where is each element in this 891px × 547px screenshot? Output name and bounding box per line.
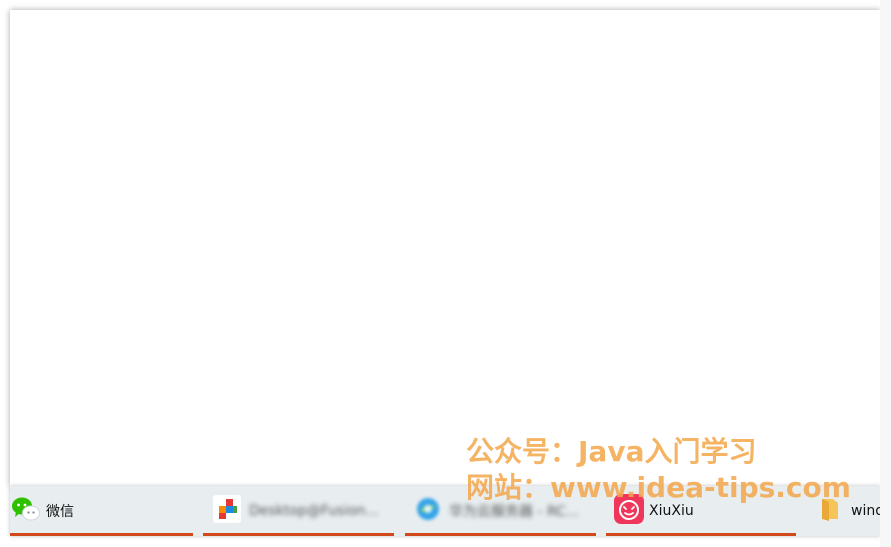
screen-edge xyxy=(880,0,891,547)
active-indicator xyxy=(203,533,394,536)
active-indicator xyxy=(405,533,596,536)
browser-icon xyxy=(415,496,441,526)
taskbar-item-label: 微信 xyxy=(46,504,74,520)
taskbar: 微信 Desktop@Fusion... 华为云服务器 - RC... XiuX… xyxy=(10,486,880,536)
taskbar-item-xiuxiu[interactable]: XiuXiu xyxy=(606,486,796,536)
taskbar-item-folder[interactable]: wind xyxy=(807,486,880,536)
wechat-icon xyxy=(12,496,40,526)
taskbar-item-label: Desktop@Fusion... xyxy=(249,503,379,519)
taskbar-item-browser[interactable]: 华为云服务器 - RC... xyxy=(405,486,596,536)
folder-icon xyxy=(819,497,841,525)
active-indicator xyxy=(606,533,796,536)
active-indicator xyxy=(10,533,193,536)
taskbar-item-label: XiuXiu xyxy=(649,503,694,519)
xiuxiu-icon xyxy=(614,494,644,528)
taskbar-item-wechat[interactable]: 微信 xyxy=(10,486,193,536)
app-window-blank xyxy=(10,10,880,486)
taskbar-item-label: wind xyxy=(851,503,880,519)
screen: 微信 Desktop@Fusion... 华为云服务器 - RC... XiuX… xyxy=(0,0,891,547)
colorful-app-icon xyxy=(213,495,241,527)
taskbar-item-label: 华为云服务器 - RC... xyxy=(449,504,580,520)
taskbar-item-desktop-fusion[interactable]: Desktop@Fusion... xyxy=(203,486,394,536)
